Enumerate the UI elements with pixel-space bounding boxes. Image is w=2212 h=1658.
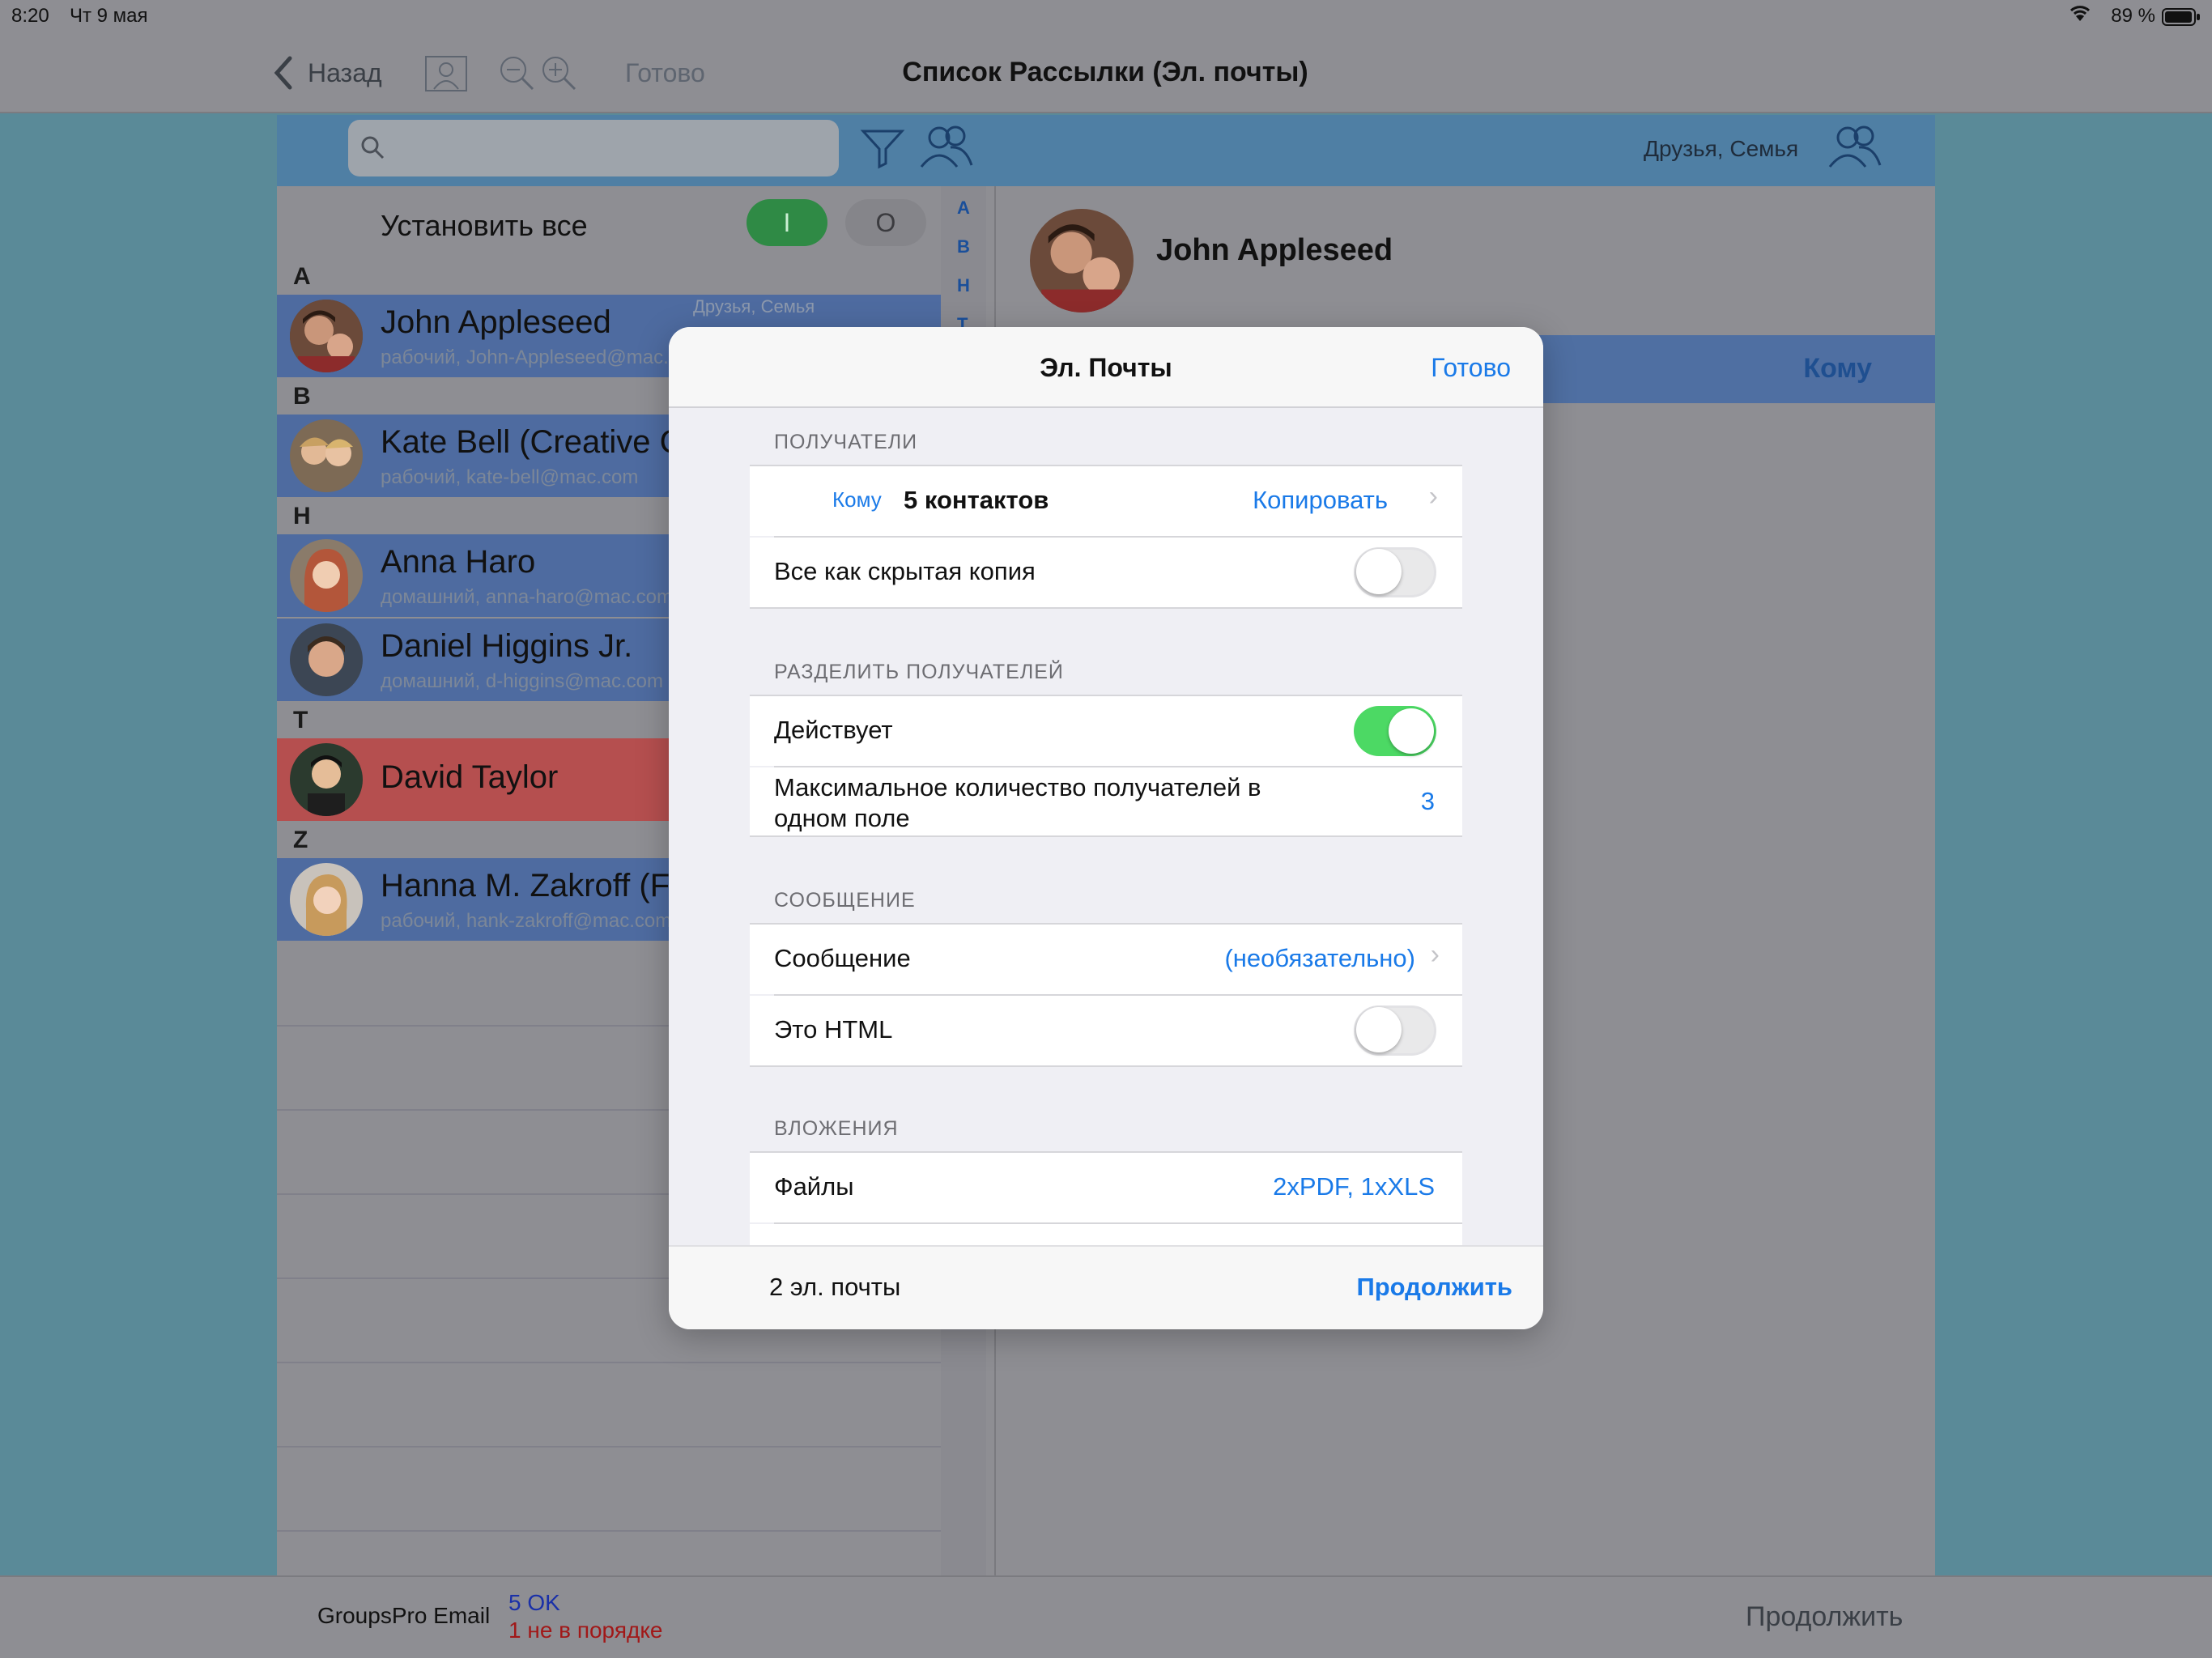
copy-button[interactable]: Копировать [1253,486,1388,515]
status-date: Чт 9 мая [70,5,148,27]
page-title: Список Рассылки (Эл. почты) [902,57,1308,87]
divider [750,835,1462,837]
divider [277,1362,941,1363]
avatar [290,743,363,816]
all-bcc-toggle[interactable] [1354,547,1436,597]
contact-name: Daniel Higgins Jr. [381,628,633,664]
not-ok-count: 1 не в порядке [508,1618,663,1643]
message-value: (необязательно) [1224,944,1415,972]
wifi-icon [2068,3,2092,28]
index-letter[interactable]: A [957,198,970,219]
filter-icon[interactable] [860,125,905,174]
continue-button[interactable]: Продолжить [1356,1273,1512,1302]
modal-title: Эл. Почты [1040,353,1172,382]
email-settings-modal: Эл. Почты Готово ПОЛУЧАТЕЛИ Кому 5 конта… [669,327,1543,1329]
avatar [290,539,363,612]
detail-avatar [1030,209,1134,312]
avatar [290,300,363,372]
max-recipients-label: Максимальное количество получателей в од… [774,773,1261,832]
split-active-row: Действует [750,696,1462,766]
bottom-bar: GroupsPro Email 5 OK 1 не в порядке Прод… [0,1575,2212,1658]
section-label-split: РАЗДЕЛИТЬ ПОЛУЧАТЕЛЕЙ [774,661,1064,683]
selected-groups-label: Друзья, Семья [1644,136,1799,161]
ok-count: 5 OK [508,1590,560,1615]
chevron-right-icon: › [1428,481,1438,512]
back-label: Назад [308,58,382,87]
all-bcc-label: Все как скрытая копия [774,557,1036,585]
to-small-label: Кому [832,487,882,512]
to-count: 5 контактов [904,486,1049,514]
modal-header: Эл. Почты Готово [669,327,1543,408]
chevron-left-icon [272,55,295,95]
avatar [290,623,363,696]
contact-card-icon[interactable] [424,55,468,96]
avatar [290,419,363,492]
contact-name: David Taylor [381,759,559,795]
message-label: Сообщение [774,944,911,972]
battery-percent: 89 % [2111,5,2155,27]
groups-icon[interactable] [918,123,975,174]
bottom-continue-button[interactable]: Продолжить [1746,1601,1903,1633]
is-html-toggle[interactable] [1354,1005,1436,1056]
section-header: A [293,263,311,290]
contact-name: John Appleseed [381,304,611,340]
search-input[interactable] [348,120,839,176]
is-html-row: Это HTML [750,996,1462,1065]
section-label-recipients: ПОЛУЧАТЕЛИ [774,431,918,453]
set-all-on-button[interactable]: I [747,199,827,246]
section-label-attachments: ВЛОЖЕНИЯ [774,1117,899,1140]
set-all-off-button[interactable]: O [845,199,926,246]
avatar [290,863,363,936]
detail-contact-name: John Appleseed [1156,233,1393,267]
status-time: 8:20 [11,5,49,27]
modal-footer: 2 эл. почты Продолжить [669,1245,1543,1329]
files-row[interactable]: Файлы 2xPDF, 1xXLS [750,1153,1462,1222]
groups-right-icon[interactable] [1827,123,1883,174]
status-bar: 8:20 Чт 9 мая 89 % [0,0,2212,32]
message-row[interactable]: Сообщение (необязательно) › [750,925,1462,994]
split-active-label: Действует [774,716,893,744]
set-all-label: Установить все [381,209,588,242]
contact-email: домашний, anna-haro@mac.com [381,586,673,608]
nav-bar: Назад Готово Список Рассылки (Эл. почты) [0,32,2212,113]
index-letter[interactable]: B [957,236,970,257]
detail-to-label: Кому [1803,353,1872,384]
section-label-message: СООБЩЕНИЕ [774,889,916,912]
max-recipients-row[interactable]: Максимальное количество получателей в од… [750,767,1462,835]
to-recipients-row[interactable]: Кому 5 контактов Копировать › [750,466,1462,536]
max-recipients-value: 3 [1420,787,1435,815]
divider [750,1065,1462,1067]
battery-icon [2162,8,2201,32]
contact-email: рабочий, hank-zakroff@mac.com [381,910,672,932]
contact-email: рабочий, John-Appleseed@mac.com [381,346,706,368]
divider [277,1530,941,1532]
zoom-out-icon[interactable] [499,55,536,96]
email-count: 2 эл. почты [769,1273,901,1301]
search-icon [359,134,385,164]
divider [750,607,1462,609]
zoom-in-icon[interactable] [541,55,578,96]
is-html-label: Это HTML [774,1015,893,1044]
done-button[interactable]: Готово [625,58,705,88]
files-value: 2xPDF, 1xXLS [1273,1172,1435,1201]
chevron-right-icon: › [1430,939,1440,970]
app-name: GroupsPro Email [317,1603,491,1628]
all-bcc-row: Все как скрытая копия [750,538,1462,607]
divider [277,1446,941,1448]
modal-done-button[interactable]: Готово [1431,353,1511,383]
index-letter[interactable]: H [957,275,970,296]
files-label: Файлы [774,1172,854,1201]
contact-email: домашний, d-higgins@mac.com [381,670,663,692]
contact-name: Anna Haro [381,544,536,580]
contact-email: рабочий, kate-bell@mac.com [381,466,639,488]
split-active-toggle[interactable] [1354,706,1436,756]
contact-groups: Друзья, Семья [693,296,815,317]
